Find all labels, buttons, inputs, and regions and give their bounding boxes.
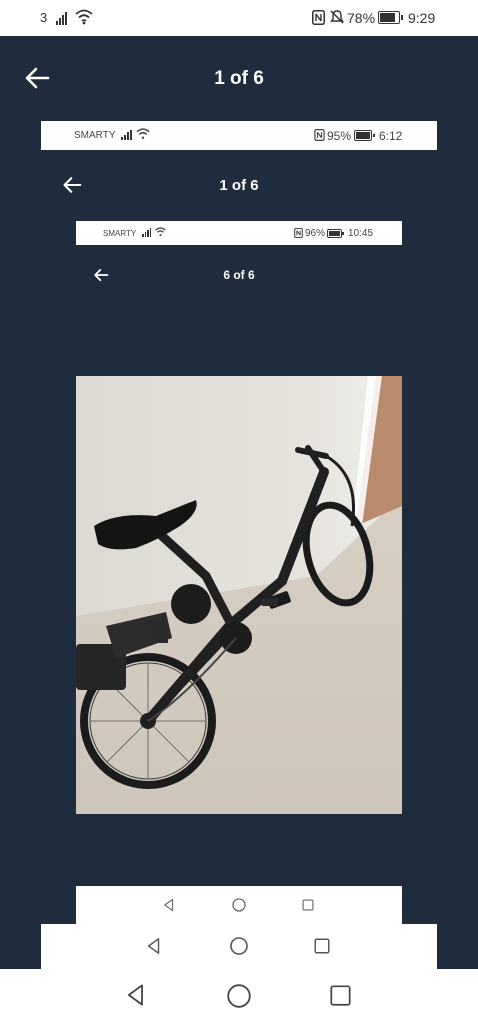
nav-back-button[interactable]	[124, 983, 148, 1012]
nav-recents-icon	[330, 985, 351, 1006]
nfc-icon	[312, 10, 325, 25]
nfc-icon	[294, 228, 303, 238]
back-button[interactable]	[24, 66, 50, 90]
battery-icon	[378, 11, 403, 24]
nav-home-icon	[232, 898, 246, 912]
nested-status-bar: SMARTY 95% 6:12	[41, 121, 437, 150]
battery-icon	[354, 130, 375, 141]
back-arrow-icon	[94, 268, 109, 282]
nested-page-counter: 1 of 6	[219, 177, 259, 194]
battery-percent: 78%	[347, 10, 376, 26]
nested-back-button	[62, 176, 82, 194]
nfc-icon	[314, 129, 325, 141]
wifi-icon	[136, 128, 150, 139]
carrier-label: 3	[40, 10, 48, 25]
nav-back-icon	[127, 984, 143, 1006]
nav-home-button[interactable]	[226, 983, 252, 1014]
bike-photo	[76, 376, 402, 814]
nav-recents-icon	[314, 938, 330, 954]
mute-icon	[330, 10, 344, 24]
nested-battery-percent: 95%	[327, 129, 352, 143]
nested-status-bar-2: SMARTY 96% 10:45	[76, 221, 402, 245]
nav-home-icon	[227, 984, 251, 1008]
system-nav-bar	[0, 969, 478, 1024]
nav-recents-icon	[302, 899, 314, 911]
nav-recents-button[interactable]	[329, 984, 352, 1012]
nested-battery-percent-2: 96%	[305, 228, 326, 239]
nested-nav-bar	[41, 924, 437, 969]
signal-icon	[142, 228, 151, 237]
nested-clock: 6:12	[379, 129, 403, 143]
nested-clock-2: 10:45	[348, 228, 374, 239]
page-counter: 1 of 6	[214, 68, 264, 89]
nested-page-counter-2: 6 of 6	[223, 268, 255, 282]
nested-carrier-2: SMARTY	[103, 229, 137, 238]
signal-icon	[121, 129, 132, 140]
nav-home-icon	[230, 937, 248, 955]
nested-nav-bar-2	[76, 886, 402, 924]
back-arrow-icon	[63, 177, 82, 193]
nested-carrier: SMARTY	[74, 130, 116, 141]
nav-back-icon	[164, 898, 174, 912]
status-bar: 3 78% 9:29	[0, 0, 478, 36]
nav-back-icon	[147, 938, 160, 954]
nested-back-button-2	[93, 268, 109, 282]
battery-icon	[327, 229, 344, 238]
signal-icon	[56, 11, 67, 25]
clock: 9:29	[408, 10, 436, 26]
back-arrow-icon	[25, 67, 50, 89]
wifi-icon	[155, 227, 166, 237]
wifi-icon	[75, 9, 93, 25]
